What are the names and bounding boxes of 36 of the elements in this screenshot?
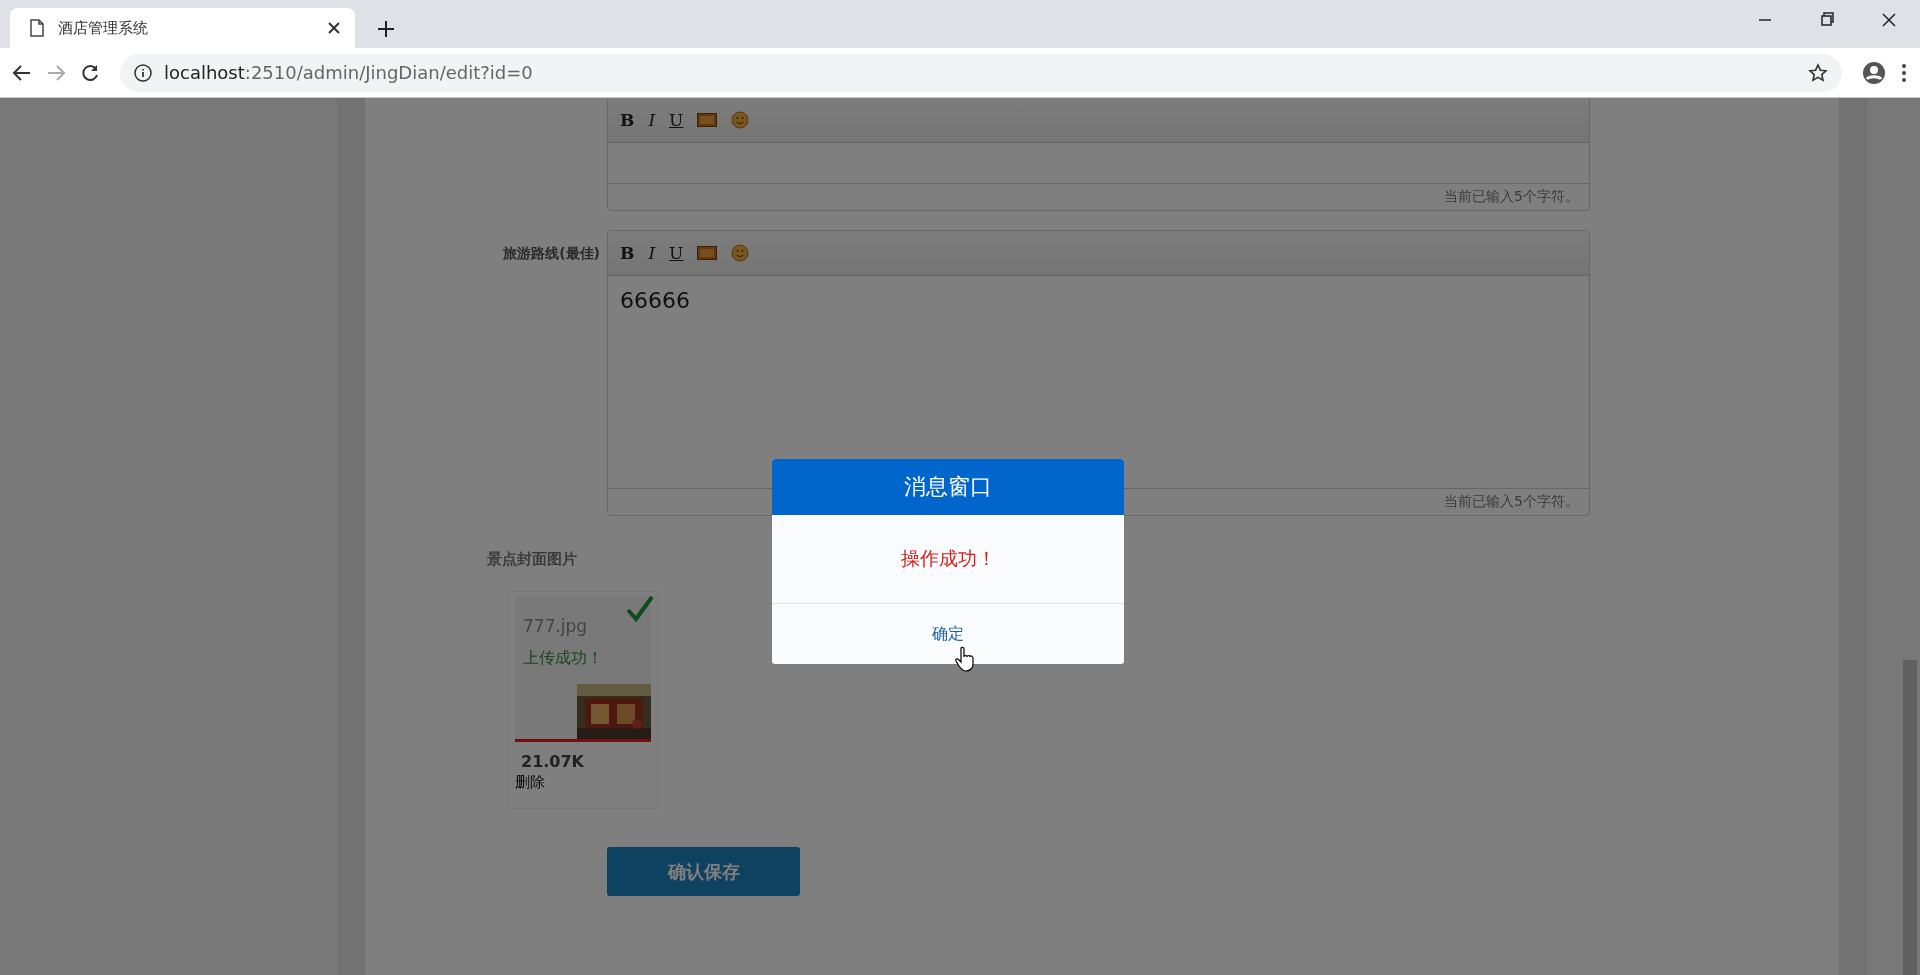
upload-status: 上传成功！	[523, 648, 603, 669]
save-button[interactable]: 确认保存	[607, 847, 800, 896]
dialog-message: 操作成功！	[900, 546, 996, 571]
menu-icon[interactable]	[1900, 62, 1908, 83]
check-icon	[625, 594, 655, 624]
file-size: 21.07K	[521, 752, 585, 771]
delete-link[interactable]: 删除	[515, 773, 545, 792]
ok-button[interactable]: 确定	[772, 604, 1124, 664]
reload-icon[interactable]	[80, 62, 100, 83]
address-bar[interactable]: localhost:2510/admin/JingDian/edit?id=0	[120, 53, 1842, 92]
format-button[interactable]: I	[648, 110, 656, 130]
url-text: localhost:2510/admin/JingDian/edit?id=0	[164, 62, 534, 83]
field-label: 旅游路线(最佳)	[502, 244, 600, 263]
format-button[interactable]: B	[620, 110, 635, 130]
new-tab-icon[interactable]	[377, 20, 395, 38]
back-icon[interactable]	[12, 62, 32, 83]
star-icon[interactable]	[1808, 62, 1828, 83]
tab-title: 酒店管理系统	[58, 18, 149, 38]
smiley-icon[interactable]	[731, 244, 750, 262]
format-button[interactable]: U	[669, 243, 684, 263]
format-button[interactable]: B	[620, 243, 635, 263]
close-icon[interactable]	[327, 21, 341, 35]
page-icon	[30, 19, 44, 37]
field-label: 景点封面图片	[487, 550, 577, 568]
format-button[interactable]: I	[648, 243, 656, 263]
browser-tab[interactable]: 酒店管理系统	[10, 8, 355, 48]
account-icon[interactable]	[1862, 60, 1886, 85]
image-icon[interactable]	[697, 113, 718, 127]
char-counter: 当前已输入5个字符。	[1444, 188, 1579, 204]
editor-text: 66666	[620, 288, 690, 313]
smiley-icon[interactable]	[731, 111, 750, 129]
info-icon	[134, 63, 152, 82]
dialog-title: 消息窗口	[772, 459, 1124, 515]
image-icon[interactable]	[697, 246, 718, 260]
char-counter: 当前已输入5个字符。	[1444, 493, 1579, 509]
format-button[interactable]: U	[669, 110, 684, 130]
